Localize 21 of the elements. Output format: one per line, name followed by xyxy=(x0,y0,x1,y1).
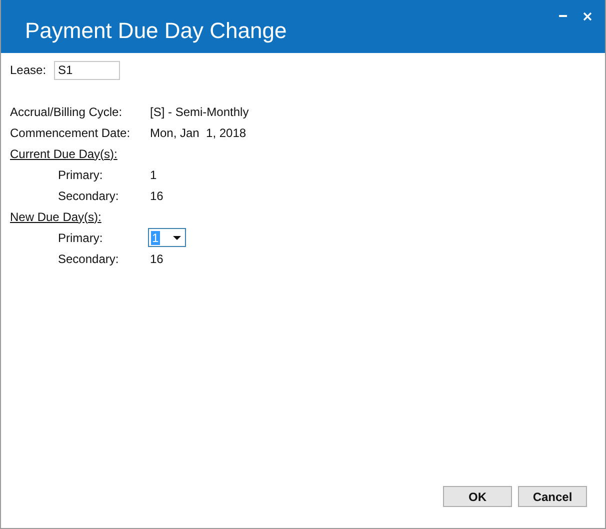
field-label: Secondary: xyxy=(57,188,120,204)
minimize-icon xyxy=(559,14,567,18)
field-value: 16 xyxy=(150,250,164,268)
cancel-button[interactable]: Cancel xyxy=(518,486,587,507)
field-value: 16 xyxy=(150,188,164,204)
caret-icon xyxy=(173,236,181,240)
field-value: 1 xyxy=(150,166,157,184)
field-label: Primary: xyxy=(57,166,104,184)
field-label: Secondary: xyxy=(57,250,120,268)
field-label: Accrual/Billing Cycle: xyxy=(9,104,124,120)
window-title: Payment Due Day Change xyxy=(25,17,287,45)
section-heading: Current Due Day(s): xyxy=(9,146,118,162)
lease-label: Lease: xyxy=(10,62,48,79)
field-label: Commencement Date: xyxy=(9,124,132,142)
close-icon xyxy=(582,12,592,20)
field-value: Mon, Jan 1, 2018 xyxy=(150,124,246,142)
section-heading: New Due Day(s): xyxy=(9,208,102,226)
field-label: Primary: xyxy=(57,230,104,246)
field-value: [S] - Semi-Monthly xyxy=(150,104,249,120)
lease-field[interactable]: S1 xyxy=(54,60,120,80)
ok-button[interactable]: OK xyxy=(443,486,512,507)
